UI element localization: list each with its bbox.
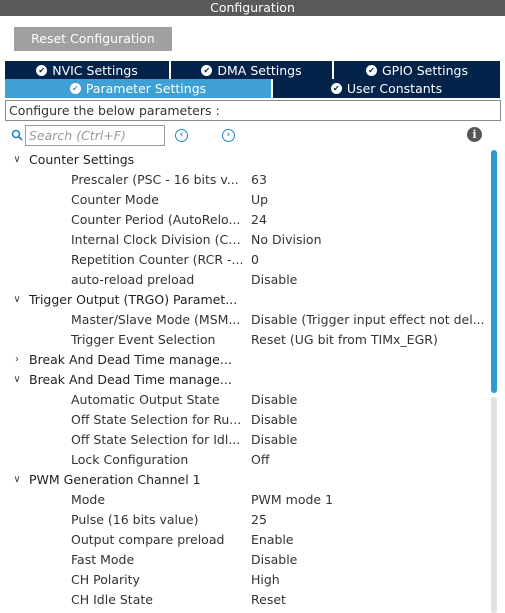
window-title: Configuration bbox=[0, 0, 505, 16]
tab-nvic-settings[interactable]: ✔ NVIC Settings bbox=[5, 61, 171, 79]
param-name: Repetition Counter (RCR -... bbox=[71, 252, 244, 267]
chevron-down-icon[interactable]: ∨ bbox=[11, 150, 23, 170]
param-name: Trigger Event Selection bbox=[71, 332, 216, 347]
param-name: Prescaler (PSC - 16 bits v... bbox=[71, 172, 239, 187]
tab-label: User Constants bbox=[346, 81, 443, 96]
reset-configuration-button[interactable]: Reset Configuration bbox=[14, 27, 172, 51]
param-value[interactable]: Up bbox=[251, 190, 489, 210]
chevron-right-icon[interactable]: › bbox=[11, 350, 23, 370]
tab-label: NVIC Settings bbox=[52, 62, 138, 78]
search-next-icon[interactable]: › bbox=[222, 129, 235, 142]
check-circle-icon: ✔ bbox=[366, 64, 377, 76]
vertical-scrollbar[interactable] bbox=[490, 150, 498, 613]
param-name: CH Idle State bbox=[71, 592, 153, 607]
tab-parameter-settings[interactable]: ✔ Parameter Settings bbox=[5, 79, 273, 98]
param-name: Mode bbox=[71, 492, 106, 507]
tab-label: Parameter Settings bbox=[85, 81, 207, 96]
param-value[interactable]: 63 bbox=[251, 170, 489, 190]
tab-user-constants[interactable]: ✔ User Constants bbox=[273, 79, 500, 98]
param-value[interactable]: 25 bbox=[251, 510, 489, 530]
check-circle-icon: ✔ bbox=[330, 83, 342, 94]
search-icon bbox=[11, 129, 23, 141]
param-value[interactable]: Disable (Trigger input effect not del... bbox=[251, 310, 489, 330]
configure-parameters-banner: Configure the below parameters : bbox=[5, 100, 501, 121]
group-label: Counter Settings bbox=[29, 152, 135, 167]
tab-dma-settings[interactable]: ✔ DMA Settings bbox=[171, 61, 334, 79]
chevron-down-icon[interactable]: ∨ bbox=[11, 290, 23, 310]
param-name: Off State Selection for Idl... bbox=[71, 432, 241, 447]
search-input[interactable] bbox=[25, 125, 165, 146]
scrollbar-track[interactable] bbox=[491, 397, 497, 613]
search-previous-icon[interactable]: ‹ bbox=[175, 129, 188, 142]
group-label: Trigger Output (TRGO) Paramet... bbox=[29, 292, 238, 307]
tab-label: DMA Settings bbox=[217, 62, 302, 78]
param-value[interactable]: Disable bbox=[251, 550, 489, 570]
param-value[interactable]: Disable bbox=[251, 390, 489, 410]
param-name: Counter Mode bbox=[71, 192, 159, 207]
param-value[interactable]: Reset bbox=[251, 590, 489, 610]
tab-bar-row-1: ✔ NVIC Settings ✔ DMA Settings ✔ GPIO Se… bbox=[5, 61, 500, 79]
parameter-tree: ∨ Counter Settings Prescaler (PSC - 16 b… bbox=[0, 150, 490, 613]
check-circle-icon: ✔ bbox=[69, 83, 81, 94]
param-name: Off State Selection for Ru... bbox=[71, 412, 242, 427]
param-value[interactable]: Off bbox=[251, 450, 489, 470]
group-label: PWM Generation Channel 1 bbox=[29, 472, 201, 487]
param-name: auto-reload preload bbox=[71, 272, 195, 287]
param-value[interactable]: Disable bbox=[251, 430, 489, 450]
param-name: Automatic Output State bbox=[71, 392, 220, 407]
chevron-down-icon[interactable]: ∨ bbox=[11, 470, 23, 490]
param-name: Pulse (16 bits value) bbox=[71, 512, 199, 527]
group-label: Break And Dead Time manage... bbox=[29, 372, 232, 387]
param-value[interactable]: Disable bbox=[251, 410, 489, 430]
param-value[interactable]: High bbox=[251, 570, 489, 590]
tab-label: GPIO Settings bbox=[382, 62, 468, 78]
param-name: Fast Mode bbox=[71, 552, 135, 567]
check-circle-icon: ✔ bbox=[36, 64, 48, 76]
param-name: Output compare preload bbox=[71, 532, 225, 547]
group-label: Break And Dead Time manage... bbox=[29, 352, 232, 367]
chevron-down-icon[interactable]: ∨ bbox=[11, 370, 23, 390]
tab-gpio-settings[interactable]: ✔ GPIO Settings bbox=[334, 61, 500, 79]
param-name: Counter Period (AutoRelo... bbox=[71, 212, 241, 227]
param-value[interactable]: 0 bbox=[251, 250, 489, 270]
tab-bar-row-2: ✔ Parameter Settings ✔ User Constants bbox=[5, 79, 500, 98]
param-name: Master/Slave Mode (MSM... bbox=[71, 312, 241, 327]
param-name: CH Polarity bbox=[71, 572, 140, 587]
param-name: Internal Clock Division (CK... bbox=[71, 232, 247, 247]
param-name: Lock Configuration bbox=[71, 452, 189, 467]
param-value[interactable]: 24 bbox=[251, 210, 489, 230]
param-value[interactable]: Reset (UG bit from TIMx_EGR) bbox=[251, 330, 489, 350]
param-value[interactable]: No Division bbox=[251, 230, 489, 250]
info-icon[interactable]: i bbox=[467, 127, 482, 142]
scrollbar-thumb[interactable] bbox=[491, 150, 497, 393]
param-value[interactable]: PWM mode 1 bbox=[251, 490, 489, 510]
param-value[interactable]: Disable bbox=[251, 270, 489, 290]
check-circle-icon: ✔ bbox=[201, 64, 213, 76]
search-toolbar: ‹ › i bbox=[8, 125, 498, 147]
param-value[interactable]: Enable bbox=[251, 530, 489, 550]
